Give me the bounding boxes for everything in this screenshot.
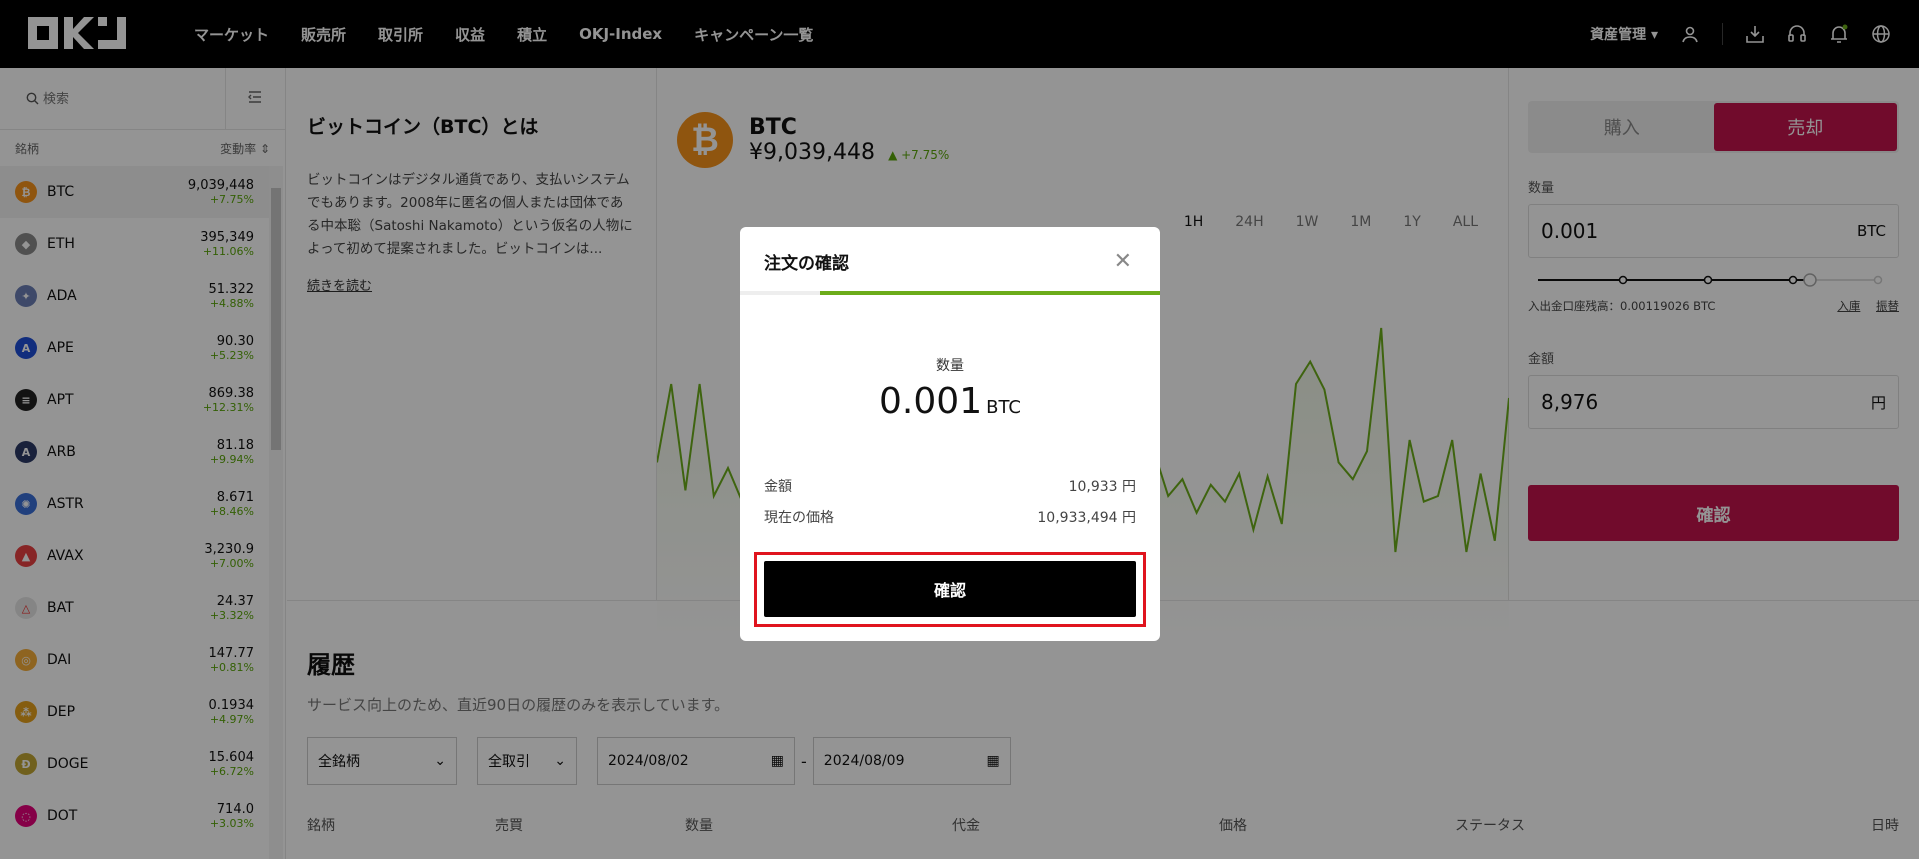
modal-title: 注文の確認 bbox=[764, 254, 849, 274]
modal-price-row: 現在の価格 10,933,494 円 bbox=[764, 507, 1136, 527]
modal-confirm-button[interactable]: 確認 bbox=[764, 561, 1136, 617]
order-confirm-modal: 注文の確認 ✕ 数量 0.001 BTC 金額 10,933 円 現在の価格 10… bbox=[740, 227, 1160, 641]
modal-progress-fill bbox=[819, 291, 1160, 295]
modal-progress bbox=[740, 291, 1160, 295]
close-icon[interactable]: ✕ bbox=[1114, 251, 1132, 273]
modal-qty-value: 0.001 bbox=[879, 381, 983, 422]
modal-qty: 0.001 BTC bbox=[740, 381, 1160, 422]
modal-qty-unit: BTC bbox=[986, 397, 1021, 418]
modal-price-value: 10,933,494 円 bbox=[1037, 510, 1136, 526]
modal-amount-value: 10,933 円 bbox=[1068, 479, 1136, 495]
modal-price-label: 現在の価格 bbox=[764, 510, 834, 526]
modal-qty-label: 数量 bbox=[936, 358, 964, 374]
modal-amount-row: 金額 10,933 円 bbox=[764, 476, 1136, 496]
modal-amount-label: 金額 bbox=[764, 479, 792, 495]
